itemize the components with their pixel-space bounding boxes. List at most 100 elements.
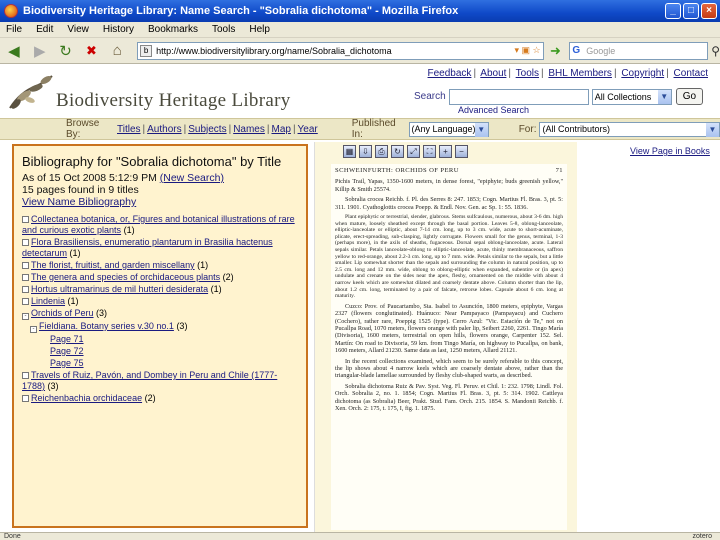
title-link[interactable]: Flora Brasiliensis, enumeratio plantarum… <box>22 237 273 258</box>
forward-arrow-icon[interactable]: ▶ <box>30 41 50 61</box>
page-link[interactable]: Page 71 <box>50 334 84 344</box>
contact-link[interactable]: Contact <box>674 68 708 79</box>
home-icon[interactable]: ⌂ <box>107 41 127 61</box>
go-button[interactable]: Go <box>675 88 704 105</box>
title-link[interactable]: Lindenia <box>31 296 65 306</box>
rotate-icon[interactable]: ↻ <box>391 144 404 158</box>
new-search-link[interactable]: (New Search) <box>160 172 224 184</box>
feedback-link[interactable]: Feedback <box>428 68 472 79</box>
firefox-icon <box>4 4 18 18</box>
browse-year-link[interactable]: Year <box>298 124 318 135</box>
close-button[interactable]: × <box>701 3 717 19</box>
page-number: 71 <box>555 167 563 174</box>
fit-page-icon[interactable]: ⤢ <box>407 144 420 158</box>
back-arrow-icon[interactable]: ◀ <box>4 41 24 61</box>
collapse-icon[interactable]: - <box>30 326 37 333</box>
contributor-select[interactable]: (All Contributors) ▼ <box>539 121 720 137</box>
title-count: (3) <box>47 381 59 391</box>
title-link[interactable]: Hortus ultramarinus de mil hutteri desid… <box>31 284 208 294</box>
expand-icon[interactable] <box>22 298 29 305</box>
running-head: SCHWEINFURTH: ORCHIDS OF PERU 71 <box>335 167 563 174</box>
browser-search-box[interactable]: G Google <box>569 41 709 60</box>
title-count: (1) <box>210 284 222 294</box>
title-link[interactable]: Collectanea botanica, or, Figures and bo… <box>22 214 295 235</box>
menu-view[interactable]: View <box>67 24 89 35</box>
magnifier-icon[interactable]: ⚲ <box>711 44 720 58</box>
menu-edit[interactable]: Edit <box>36 24 53 35</box>
thumbnails-icon[interactable]: ▦ <box>343 144 356 158</box>
expand-icon[interactable] <box>22 239 29 246</box>
expand-icon[interactable] <box>22 286 29 293</box>
download-icon[interactable]: ⇩ <box>359 144 372 158</box>
navigation-toolbar: ◀ ▶ ↻ ✖ ⌂ b http://www.biodiversitylibra… <box>0 38 720 64</box>
title-link[interactable]: Travels of Ruiz, Pavón, and Dombey in Pe… <box>22 370 277 391</box>
chevron-down-icon[interactable]: ▼ <box>706 122 719 137</box>
list-item: The genera and species of orchidaceous p… <box>22 272 298 283</box>
title-count: (1) <box>67 296 79 306</box>
zotero-icon[interactable]: zotero <box>693 533 712 540</box>
as-of-text: As of 15 Oct 2008 5:12:9 PM <box>22 172 157 184</box>
site-search: Search All Collections ▼ Go <box>414 88 704 105</box>
zoom-out-icon[interactable]: − <box>455 144 468 158</box>
chevron-down-icon[interactable]: ▼ <box>657 89 671 104</box>
url-bar[interactable]: b http://www.biodiversitylibrary.org/nam… <box>137 41 544 60</box>
google-icon[interactable]: G <box>572 45 580 56</box>
bhl-members-link[interactable]: BHL Members <box>548 68 612 79</box>
chevron-down-icon[interactable]: ▼ <box>474 122 488 137</box>
language-select[interactable]: (Any Language) ▼ <box>408 121 489 137</box>
menu-bookmarks[interactable]: Bookmarks <box>148 24 198 35</box>
browse-authors-link[interactable]: Authors <box>147 124 181 135</box>
title-link[interactable]: The genera and species of orchidaceous p… <box>31 272 220 282</box>
go-arrow-icon[interactable]: ➜ <box>548 43 564 59</box>
status-bar: Done zotero <box>0 532 720 540</box>
view-name-bibliography-link[interactable]: View Name Bibliography <box>22 196 136 208</box>
expand-icon[interactable] <box>22 216 29 223</box>
rss-icon[interactable]: ▾ ▣ ☆ <box>514 45 540 56</box>
maximize-button[interactable]: □ <box>683 3 699 19</box>
tools-link[interactable]: Tools <box>516 68 539 79</box>
menu-tools[interactable]: Tools <box>212 24 235 35</box>
zoom-in-icon[interactable]: + <box>439 144 452 158</box>
page-paragraph: Sobralia dichotoma Ruiz & Pav. Syst. Veg… <box>335 382 563 413</box>
title-link[interactable]: The florist, fruitist, and garden miscel… <box>31 260 195 270</box>
url-text: http://www.biodiversitylibrary.org/name/… <box>156 45 392 56</box>
copyright-link[interactable]: Copyright <box>621 68 664 79</box>
reload-icon[interactable]: ↻ <box>56 41 76 61</box>
expand-icon[interactable] <box>22 274 29 281</box>
title-count: (1) <box>123 225 135 235</box>
browse-map-link[interactable]: Map <box>271 124 290 135</box>
menu-help[interactable]: Help <box>249 24 270 35</box>
view-page-link[interactable]: View Page in Books <box>630 146 710 156</box>
menu-file[interactable]: File <box>6 24 22 35</box>
list-item: Travels of Ruiz, Pavón, and Dombey in Pe… <box>22 370 298 392</box>
browse-titles-link[interactable]: Titles <box>117 124 141 135</box>
expand-icon[interactable] <box>22 395 29 402</box>
browse-subjects-link[interactable]: Subjects <box>188 124 226 135</box>
print-icon[interactable]: ⎙ <box>375 144 388 158</box>
advanced-search-link[interactable]: Advanced Search <box>458 105 529 115</box>
site-search-input[interactable] <box>448 88 589 105</box>
browse-names-link[interactable]: Names <box>233 124 265 135</box>
page-link[interactable]: Page 75 <box>50 358 84 368</box>
menu-history[interactable]: History <box>103 24 134 35</box>
collapse-icon[interactable]: - <box>22 313 29 320</box>
collection-select[interactable]: All Collections ▼ <box>591 88 672 105</box>
list-item: Hortus ultramarinus de mil hutteri desid… <box>22 284 298 295</box>
fullscreen-icon[interactable]: ⛶ <box>423 144 436 158</box>
volume-link[interactable]: Fieldiana. Botany series v.30 no.1 <box>39 321 174 331</box>
list-item: Lindenia (1) <box>22 296 298 307</box>
list-item: Flora Brasiliensis, enumeratio plantarum… <box>22 237 298 259</box>
title-link[interactable]: Orchids of Peru <box>31 308 94 318</box>
expand-icon[interactable] <box>22 372 29 379</box>
page-link[interactable]: Page 72 <box>50 346 84 356</box>
about-link[interactable]: About <box>480 68 506 79</box>
minimize-button[interactable]: _ <box>665 3 681 19</box>
stop-icon[interactable]: ✖ <box>81 41 101 61</box>
browse-by-label: Browse By: <box>66 118 100 140</box>
for-label: For: <box>518 123 537 135</box>
scanned-page: SCHWEINFURTH: ORCHIDS OF PERU 71 Pichis … <box>331 164 567 530</box>
title-link[interactable]: Reichenbachia orchidaceae <box>31 393 142 403</box>
web-page: Feedback | About | Tools | BHL Members | Cop… <box>0 64 720 534</box>
page-paragraph: Sobralia crocea Reichb. f. Pl. des Serre… <box>335 196 563 211</box>
expand-icon[interactable] <box>22 262 29 269</box>
